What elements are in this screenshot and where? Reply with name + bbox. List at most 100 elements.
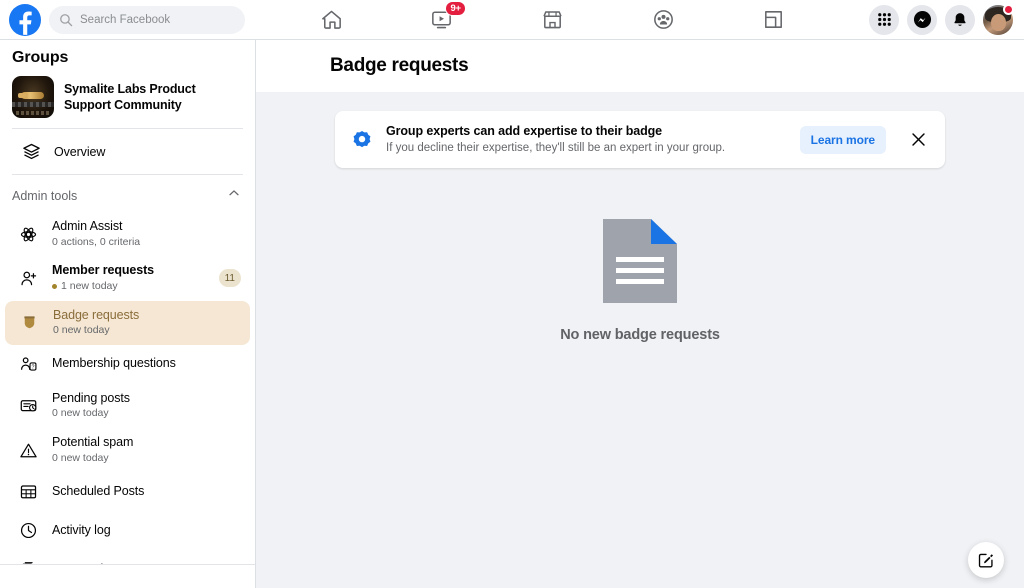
marketplace-icon: [540, 7, 565, 32]
sidebar-item-label: Member requests: [52, 263, 207, 279]
sidebar-item-badge-requests[interactable]: Badge requests 0 new today: [5, 301, 250, 345]
rules-icon: [16, 560, 40, 564]
clock-icon: [16, 521, 40, 540]
grid-menu-button[interactable]: [869, 5, 899, 35]
chevron-up-icon[interactable]: [227, 186, 241, 205]
info-banner: Group experts can add expertise to their…: [335, 111, 945, 168]
compose-icon: [977, 551, 995, 569]
group-thumbnail: [12, 76, 54, 118]
sidebar-item-sublabel: 0 new today: [53, 324, 240, 338]
avatar-face: [991, 14, 1006, 31]
admin-tools-label: Admin tools: [12, 189, 77, 203]
banner-text-block: Group experts can add expertise to their…: [386, 123, 787, 156]
sidebar-item-label: Membership questions: [52, 356, 241, 372]
svg-text:?: ?: [31, 364, 34, 370]
avatar-status-dot: [1003, 4, 1014, 15]
account-avatar[interactable]: [983, 5, 1013, 35]
member-request-icon: [16, 269, 40, 288]
warning-icon: [16, 441, 40, 460]
sidebar-item-sublabel: 0 actions, 0 criteria: [52, 236, 241, 250]
sublabel-text: 0 new today: [52, 407, 109, 421]
topbar-left-section: Search Facebook: [0, 4, 256, 36]
bell-icon: [951, 11, 969, 29]
sidebar-item-membership-questions[interactable]: ? Membership questions: [4, 345, 251, 384]
calendar-icon: [16, 482, 40, 501]
sidebar-item-label: Admin Assist: [52, 219, 241, 235]
topbar-right-section: [869, 5, 1024, 35]
search-placeholder: Search Facebook: [80, 14, 170, 26]
nav-groups-button[interactable]: [635, 2, 691, 38]
document-icon: [599, 217, 681, 305]
sidebar-item-scheduled-posts[interactable]: Scheduled Posts: [4, 472, 251, 511]
sidebar-item-potential-spam[interactable]: Potential spam 0 new today: [4, 428, 251, 472]
sidebar-title: Groups: [0, 40, 255, 74]
sidebar-item-texts: Membership questions: [52, 356, 241, 372]
search-input[interactable]: Search Facebook: [49, 6, 245, 34]
close-icon[interactable]: [904, 126, 932, 154]
sidebar-item-pending-posts[interactable]: Pending posts 0 new today: [4, 384, 251, 428]
membership-questions-icon: ?: [16, 355, 40, 374]
main-scroll-region: Group experts can add expertise to their…: [256, 92, 1024, 588]
compose-button[interactable]: [968, 542, 1004, 578]
banner-subtitle: If you decline their expertise, they'll …: [386, 141, 787, 156]
sidebar-divider-top: [12, 128, 243, 129]
sidebar-item-label: Overview: [54, 145, 105, 159]
empty-state: No new badge requests: [256, 217, 1024, 343]
facebook-logo-icon[interactable]: [9, 4, 41, 36]
top-navigation-bar: Search Facebook 9+: [0, 0, 1024, 40]
nav-marketplace-button[interactable]: [524, 2, 580, 38]
learn-more-button[interactable]: Learn more: [800, 126, 886, 154]
admin-tools-section-header[interactable]: Admin tools: [0, 175, 255, 212]
gaming-icon: [761, 7, 786, 32]
sidebar-group-item[interactable]: Symalite Labs Product Support Community: [0, 74, 255, 128]
main-content-area: Badge requests Group experts can add exp…: [256, 40, 1024, 588]
sidebar-item-sublabel: 0 new today: [52, 452, 241, 466]
main-header: Badge requests: [256, 40, 1024, 92]
search-icon: [59, 13, 73, 27]
sidebar-item-label: Scheduled Posts: [52, 484, 241, 500]
notifications-button[interactable]: [945, 5, 975, 35]
sidebar-item-label: Badge requests: [53, 308, 240, 324]
topbar-nav-icons: 9+: [256, 0, 869, 39]
sidebar-item-sublabel: 1 new today: [52, 280, 207, 294]
nav-gaming-button[interactable]: [746, 2, 802, 38]
nav-video-button[interactable]: 9+: [414, 2, 470, 38]
sidebar-item-texts: Badge requests 0 new today: [53, 308, 240, 338]
sidebar-item-label: Potential spam: [52, 435, 241, 451]
sidebar-item-texts: Group rules: [52, 562, 241, 564]
page-body: Groups Symalite Labs Product Support Com…: [0, 40, 1024, 588]
sidebar-item-member-requests[interactable]: Member requests 1 new today 11: [4, 256, 251, 300]
new-indicator-dot: [52, 284, 57, 289]
sidebar-item-admin-assist[interactable]: Admin Assist 0 actions, 0 criteria: [4, 212, 251, 256]
sidebar-item-texts: Scheduled Posts: [52, 484, 241, 500]
page-title: Badge requests: [330, 55, 468, 77]
sublabel-text: 1 new today: [61, 280, 118, 294]
sidebar-item-label: Pending posts: [52, 391, 241, 407]
empty-state-text: No new badge requests: [560, 327, 720, 343]
nav-home-button[interactable]: [303, 2, 359, 38]
sidebar-item-overview[interactable]: Overview: [8, 133, 247, 170]
pending-posts-icon: [16, 396, 40, 415]
sidebar-item-texts: Potential spam 0 new today: [52, 435, 241, 465]
sidebar-item-texts: Activity log: [52, 523, 241, 539]
layers-icon: [20, 142, 42, 161]
group-name: Symalite Labs Product Support Community: [64, 81, 243, 113]
sidebar-item-group-rules[interactable]: Group rules: [4, 550, 251, 564]
groups-icon: [651, 7, 676, 32]
sidebar-item-sublabel: 0 new today: [52, 407, 241, 421]
member-requests-count-badge: 11: [219, 269, 241, 287]
messenger-button[interactable]: [907, 5, 937, 35]
home-icon: [319, 7, 344, 32]
sidebar-item-activity-log[interactable]: Activity log: [4, 511, 251, 550]
admin-assist-icon: [16, 225, 40, 244]
sidebar-item-texts: Pending posts 0 new today: [52, 391, 241, 421]
facebook-groups-admin-page: Search Facebook 9+: [0, 0, 1024, 588]
sidebar-scroll-area[interactable]: Groups Symalite Labs Product Support Com…: [0, 40, 255, 564]
sidebar-item-label: Activity log: [52, 523, 241, 539]
video-notification-badge: 9+: [445, 1, 465, 16]
sublabel-text: 0 new today: [52, 452, 109, 466]
sidebar-item-label: Group rules: [52, 562, 241, 564]
grid-menu-icon: [876, 11, 893, 28]
sidebar-item-texts: Admin Assist 0 actions, 0 criteria: [52, 219, 241, 249]
banner-title: Group experts can add expertise to their…: [386, 123, 787, 139]
